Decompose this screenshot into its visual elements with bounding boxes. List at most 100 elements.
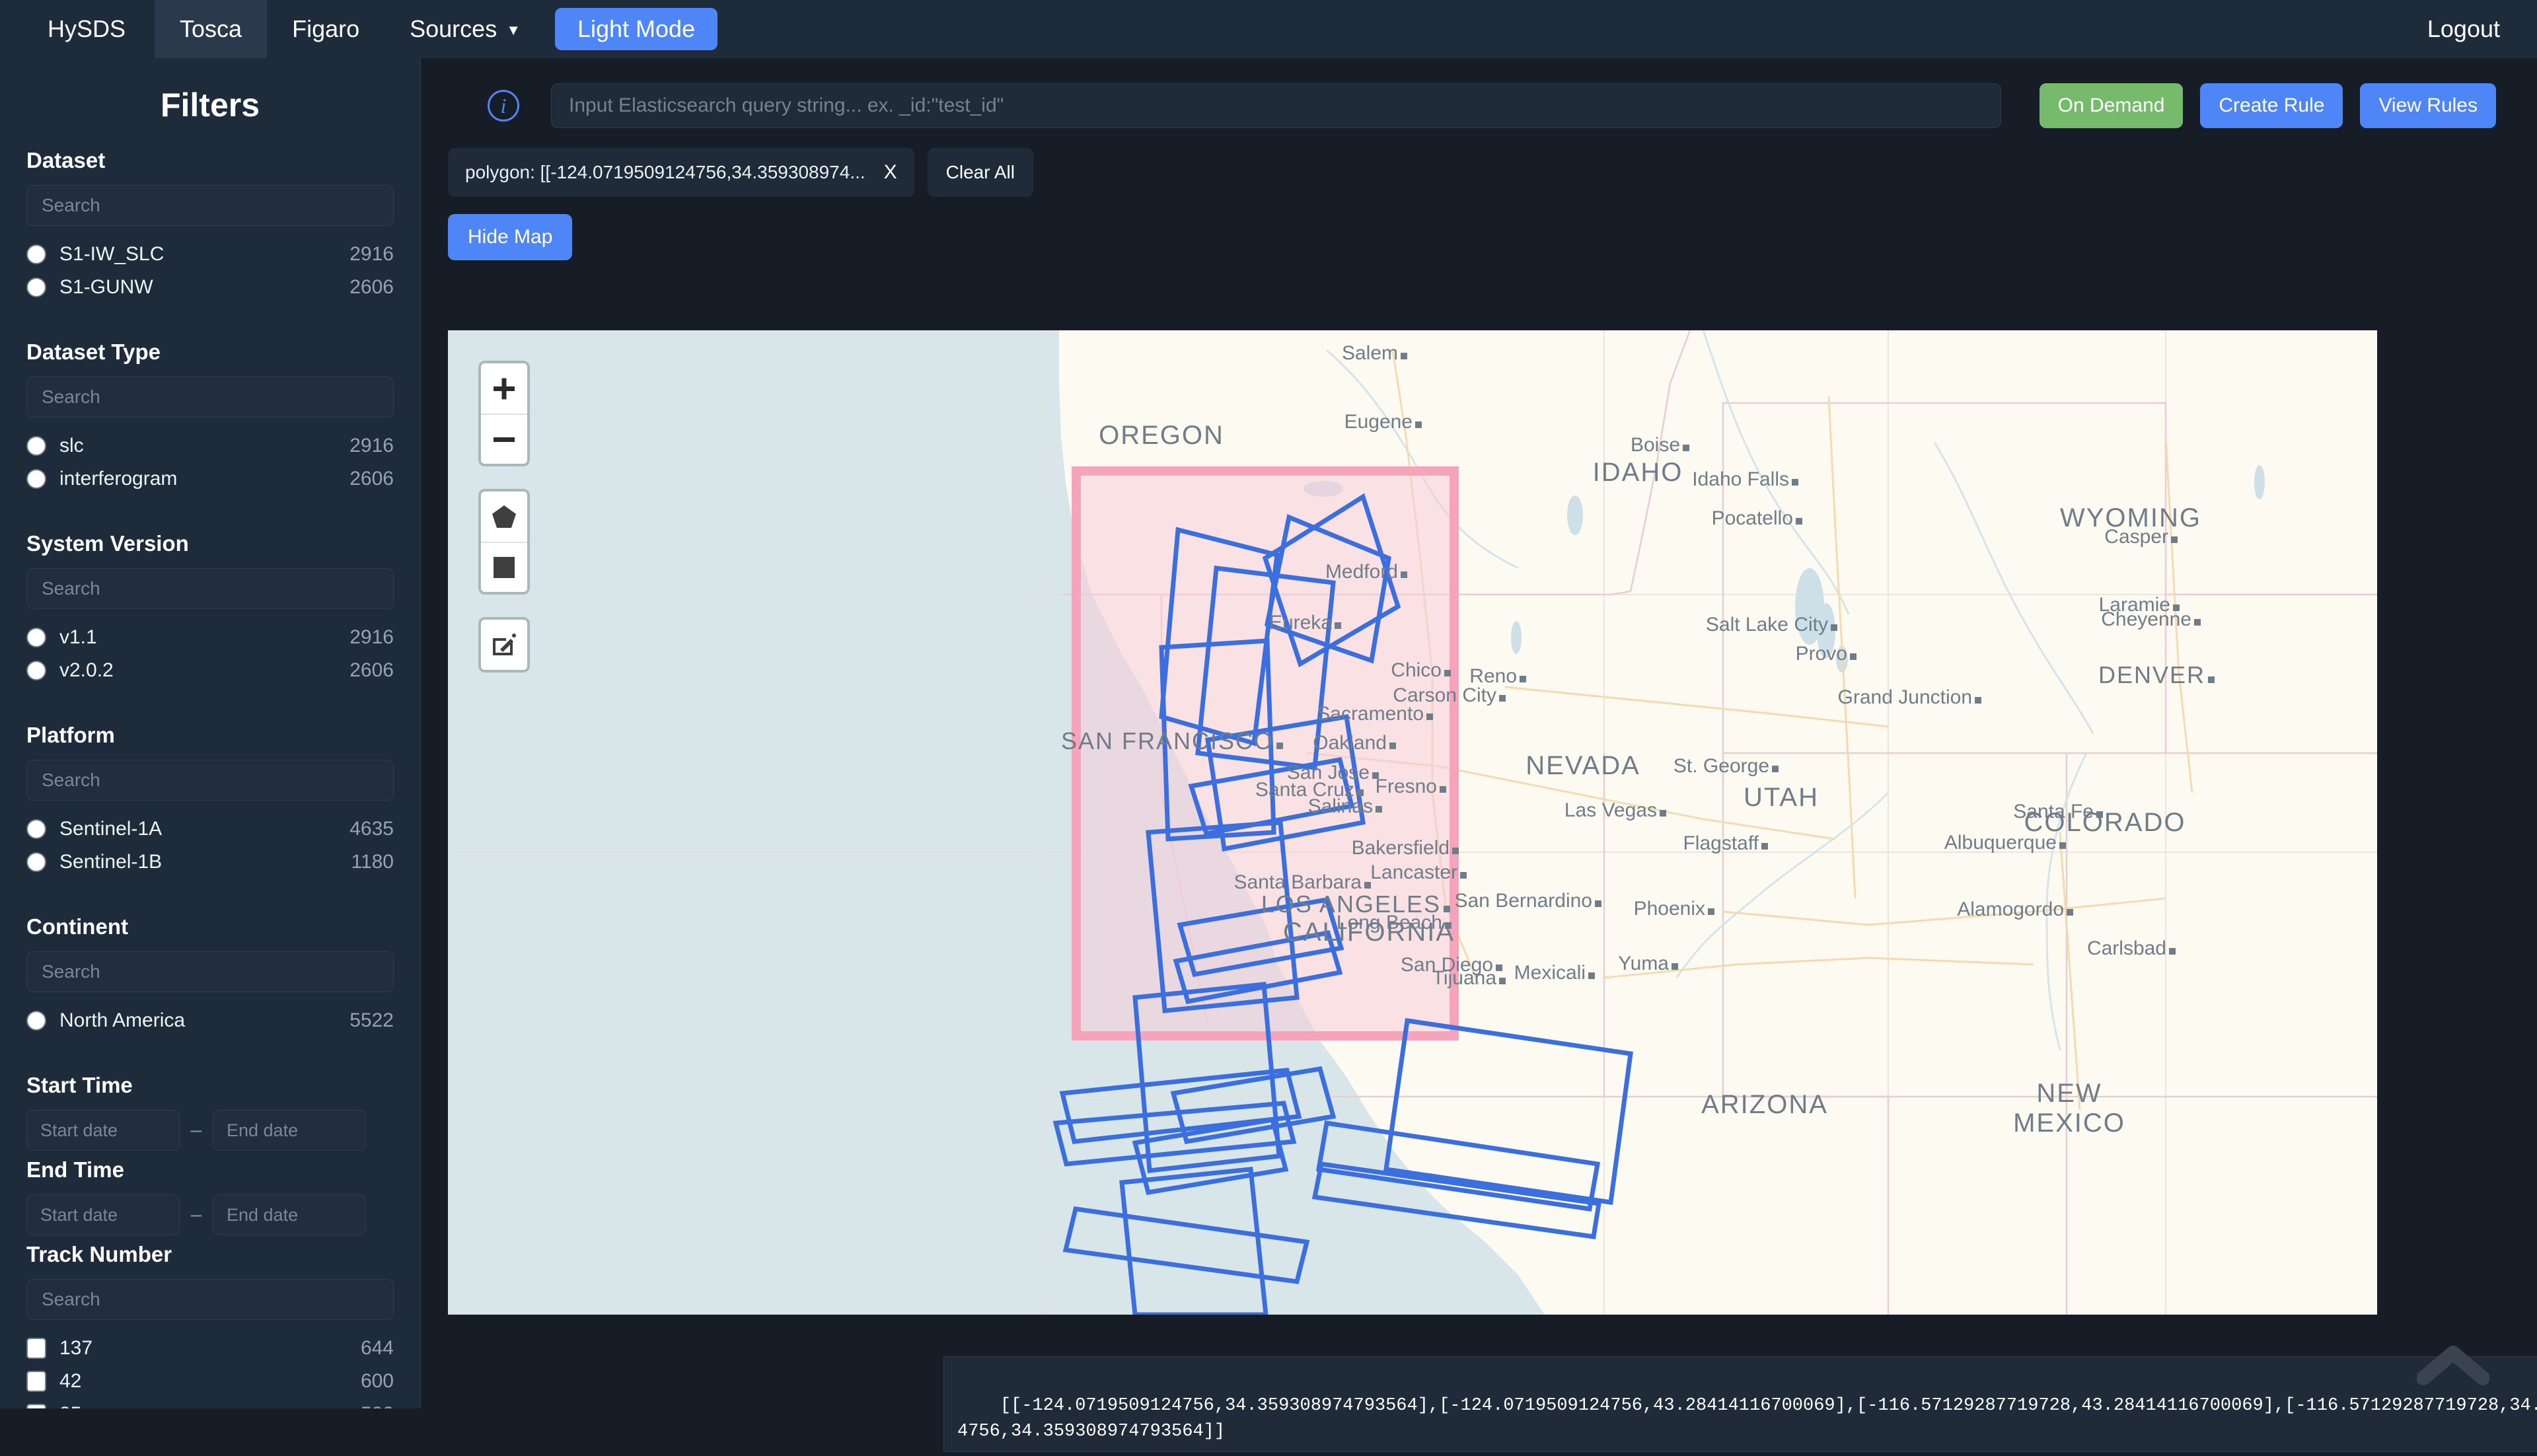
map-container[interactable]: OREGONIDAHOWYOMINGNEVADAUTAHCOLORADOCALI… [448,330,2377,1315]
create-rule-button[interactable]: Create Rule [2200,83,2343,128]
facet-dataset-search-input[interactable] [26,185,394,226]
facet-continent-option-0[interactable]: North America 5522 [26,1004,394,1037]
active-filter-chips: polygon: [[-124.0719509124756,34.3593089… [448,148,2537,197]
radio-icon[interactable] [26,244,46,264]
minus-icon [491,426,517,453]
facet-option-count: 2606 [349,276,394,299]
start-time-range: – [26,1110,394,1151]
facet-platform-title: Platform [26,723,394,748]
scroll-to-top-button[interactable] [2417,1344,2489,1390]
facet-option-count: 600 [361,1370,394,1393]
spacer [26,1044,394,1073]
navbar-spacer [717,0,2402,58]
start-time-from-input[interactable] [26,1110,180,1151]
radio-icon[interactable] [26,661,46,680]
date-range-dash: – [180,1119,213,1142]
facet-option-label: interferogram [59,468,349,490]
facet-option-count: 522 [361,1403,394,1408]
nav-dropdown-sources-label: Sources [410,15,497,43]
polygon-draw-icon [492,505,517,528]
facet-system-version-option-0[interactable]: v1.1 2916 [26,621,394,654]
facet-option-count: 2916 [349,243,394,266]
draw-polygon-button[interactable] [481,491,527,542]
filters-title: Filters [26,86,394,124]
checkbox-icon[interactable] [26,1404,46,1408]
nav-tab-figaro[interactable]: Figaro [267,0,385,58]
on-demand-button[interactable]: On Demand [2040,83,2184,128]
facet-system-version-search-input[interactable] [26,568,394,609]
facet-track-number-option-2[interactable]: 35 522 [26,1398,394,1408]
hide-map-button[interactable]: Hide Map [448,214,572,260]
radio-icon[interactable] [26,1011,46,1031]
facet-track-number-option-0[interactable]: 137 644 [26,1332,394,1365]
polygon-filter-chip-label: polygon: [[-124.0719509124756,34.3593089… [465,162,865,183]
radio-icon[interactable] [26,628,46,647]
clear-all-button[interactable]: Clear All [928,148,1033,197]
facet-track-number-search-input[interactable] [26,1279,394,1320]
light-mode-button[interactable]: Light Mode [555,8,717,50]
view-rules-button[interactable]: View Rules [2360,83,2496,128]
facet-track-number-option-1[interactable]: 42 600 [26,1365,394,1398]
facet-dataset-type-title: Dataset Type [26,340,394,365]
polygon-coordinates-textarea[interactable]: [[-124.0719509124756,34.359308974793564]… [943,1356,2537,1452]
zoom-in-button[interactable] [481,363,527,414]
edit-layers-button[interactable] [481,620,527,670]
edit-layers-icon [491,632,517,658]
logout-button[interactable]: Logout [2402,0,2537,58]
zoom-out-button[interactable] [481,414,527,464]
facet-option-count: 5522 [349,1009,394,1032]
checkbox-icon[interactable] [26,1338,46,1359]
facet-dataset-title: Dataset [26,148,394,173]
facet-option-label: North America [59,1009,349,1032]
facet-dataset-option-0[interactable]: S1-IW_SLC 2916 [26,238,394,271]
radio-icon[interactable] [26,277,46,297]
start-time-to-input[interactable] [213,1110,366,1151]
facet-option-count: 2916 [349,626,394,649]
facet-dataset-option-1[interactable]: S1-GUNW 2606 [26,271,394,304]
filters-sidebar: Filters Dataset S1-IW_SLC 2916 S1-GUNW 2… [0,58,421,1408]
facet-option-label: Sentinel-1B [59,851,351,873]
facet-platform-option-0[interactable]: Sentinel-1A 4635 [26,813,394,846]
facet-option-label: S1-GUNW [59,276,349,299]
radio-icon[interactable] [26,852,46,872]
plus-icon [491,375,517,402]
end-time-to-input[interactable] [213,1194,366,1235]
facet-option-count: 1180 [351,851,394,873]
elasticsearch-query-input[interactable] [551,83,2001,128]
facet-system-version-option-1[interactable]: v2.0.2 2606 [26,654,394,687]
rectangle-draw-icon [493,556,515,579]
facet-dataset-type-search-input[interactable] [26,377,394,418]
radio-icon[interactable] [26,469,46,489]
brand-logo[interactable]: HySDS [0,0,155,58]
polygon-coordinates-value: [[-124.0719509124756,34.359308974793564]… [957,1396,2537,1441]
query-toolbar: i On Demand Create Rule View Rules [422,58,2537,132]
facet-option-count: 2606 [349,468,394,490]
map-canvas[interactable] [448,330,2377,1315]
spacer [26,885,394,914]
facet-option-label: 35 [59,1403,361,1408]
radio-icon[interactable] [26,819,46,839]
toolbar-actions: On Demand Create Rule View Rules [2040,83,2496,128]
radio-icon[interactable] [26,436,46,456]
facet-platform-search-input[interactable] [26,760,394,801]
nav-dropdown-sources[interactable]: Sources ▼ [385,0,546,58]
facet-dataset-type-option-0[interactable]: slc 2916 [26,429,394,462]
facet-dataset-type-option-1[interactable]: interferogram 2606 [26,462,394,495]
info-icon[interactable]: i [488,90,519,122]
facet-platform: Platform Sentinel-1A 4635 Sentinel-1B 11… [26,723,394,879]
nav-tab-tosca[interactable]: Tosca [155,0,267,58]
facet-continent-search-input[interactable] [26,951,394,992]
facet-option-label: Sentinel-1A [59,818,349,840]
draw-rectangle-button[interactable] [481,542,527,592]
facet-continent: Continent North America 5522 [26,914,394,1037]
facet-option-label: slc [59,435,349,457]
end-time-from-input[interactable] [26,1194,180,1235]
facet-platform-option-1[interactable]: Sentinel-1B 1180 [26,846,394,879]
checkbox-icon[interactable] [26,1371,46,1392]
close-icon[interactable]: X [884,161,897,184]
polygon-filter-chip[interactable]: polygon: [[-124.0719509124756,34.3593089… [448,148,914,197]
spacer [26,694,394,723]
nav-tab-figaro-label: Figaro [292,15,359,43]
map-controls [478,361,530,673]
top-navbar: HySDS Tosca Figaro Sources ▼ Light Mode … [0,0,2537,58]
